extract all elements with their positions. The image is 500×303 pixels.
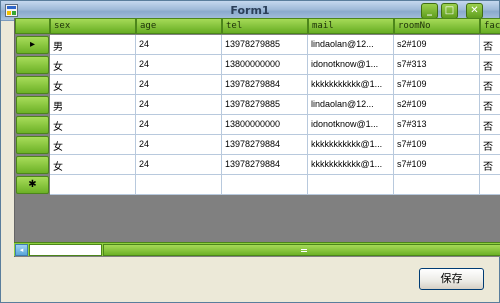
row-header[interactable]: [16, 76, 49, 94]
cell-tel[interactable]: 13978279884: [222, 155, 308, 175]
minimize-icon: _: [427, 5, 432, 16]
cell-mail[interactable]: idonotknow@1...: [308, 55, 394, 75]
cell-tel[interactable]: 13978279885: [222, 35, 308, 55]
cell-fac[interactable]: [480, 175, 500, 195]
cell-age[interactable]: [136, 175, 222, 195]
row-header[interactable]: [16, 116, 49, 134]
cell-sex[interactable]: 男: [50, 95, 136, 115]
table-row[interactable]: ▸ 男 24 13978279885 lindaolan@12... s2#10…: [15, 35, 500, 55]
cell-roomno[interactable]: [394, 175, 480, 195]
table-row[interactable]: 女 24 13978279884 kkkkkkkkkkk@1... s7#109…: [15, 155, 500, 175]
cell-mail[interactable]: kkkkkkkkkkk@1...: [308, 135, 394, 155]
cell-tel[interactable]: 13978279884: [222, 135, 308, 155]
cell-tel[interactable]: 13978279885: [222, 95, 308, 115]
cell-roomno[interactable]: s7#109: [394, 75, 480, 95]
cell-sex[interactable]: 女: [50, 155, 136, 175]
close-button[interactable]: ✕: [466, 3, 483, 19]
cell-age[interactable]: 24: [136, 35, 222, 55]
new-row-header[interactable]: ✱: [16, 176, 49, 194]
column-header-mail[interactable]: mail: [308, 18, 394, 34]
column-header-fac[interactable]: fac: [480, 18, 500, 34]
table-row[interactable]: 女 24 13978279884 kkkkkkkkkkk@1... s7#109…: [15, 75, 500, 95]
column-header-age[interactable]: age: [136, 18, 222, 34]
cell-roomno[interactable]: s2#109: [394, 95, 480, 115]
scrollbar-track[interactable]: [29, 244, 102, 256]
cell-mail[interactable]: kkkkkkkkkkk@1...: [308, 155, 394, 175]
cell-age[interactable]: 24: [136, 135, 222, 155]
scroll-left-button[interactable]: ◂: [15, 244, 28, 256]
row-header[interactable]: [16, 96, 49, 114]
minimize-button[interactable]: _: [421, 3, 438, 19]
cell-sex[interactable]: 女: [50, 135, 136, 155]
cell-fac[interactable]: 否: [480, 55, 500, 75]
cell-mail[interactable]: [308, 175, 394, 195]
cell-age[interactable]: 24: [136, 95, 222, 115]
cell-mail[interactable]: idonotknow@1...: [308, 115, 394, 135]
header-corner[interactable]: [15, 18, 50, 34]
new-row-asterisk-icon: ✱: [28, 179, 37, 190]
cell-mail[interactable]: kkkkkkkkkkk@1...: [308, 75, 394, 95]
column-header-row: sex age tel mail roomNo fac: [15, 18, 500, 34]
row-header[interactable]: [16, 136, 49, 154]
table-row[interactable]: 女 24 13800000000 idonotknow@1... s7#313 …: [15, 55, 500, 75]
table-row[interactable]: 女 24 13800000000 idonotknow@1... s7#313 …: [15, 115, 500, 135]
cell-age[interactable]: 24: [136, 55, 222, 75]
cell-sex[interactable]: 女: [50, 115, 136, 135]
data-grid[interactable]: sex age tel mail roomNo fac ▸ 男 24 13978…: [14, 18, 500, 257]
grip-icon: [301, 249, 307, 252]
cell-mail[interactable]: lindaolan@12...: [308, 95, 394, 115]
column-header-sex[interactable]: sex: [50, 18, 136, 34]
cell-mail[interactable]: lindaolan@12...: [308, 35, 394, 55]
cell-roomno[interactable]: s7#109: [394, 155, 480, 175]
column-header-tel[interactable]: tel: [222, 18, 308, 34]
form1-window: Form1 _ □ ✕ sex age tel mail roomNo fac …: [0, 0, 500, 303]
cell-tel[interactable]: 13800000000: [222, 55, 308, 75]
row-header-current[interactable]: ▸: [16, 36, 49, 54]
cell-sex[interactable]: [50, 175, 136, 195]
table-row[interactable]: 男 24 13978279885 lindaolan@12... s2#109 …: [15, 95, 500, 115]
cell-fac[interactable]: 否: [480, 115, 500, 135]
row-header[interactable]: [16, 56, 49, 74]
scroll-left-icon: ◂: [19, 246, 24, 254]
maximize-icon: □: [444, 5, 455, 16]
cell-age[interactable]: 24: [136, 75, 222, 95]
close-icon: ✕: [470, 5, 479, 16]
cell-age[interactable]: 24: [136, 115, 222, 135]
cell-fac[interactable]: 否: [480, 75, 500, 95]
save-button[interactable]: 保存: [419, 268, 484, 290]
cell-sex[interactable]: 女: [50, 75, 136, 95]
cell-tel[interactable]: 13978279884: [222, 75, 308, 95]
maximize-button[interactable]: □: [441, 3, 458, 19]
cell-sex[interactable]: 男: [50, 35, 136, 55]
cell-roomno[interactable]: s7#313: [394, 115, 480, 135]
current-row-arrow-icon: ▸: [29, 39, 36, 50]
horizontal-scrollbar[interactable]: ◂: [14, 242, 500, 256]
cell-fac[interactable]: 否: [480, 155, 500, 175]
column-header-roomno[interactable]: roomNo: [394, 18, 480, 34]
cell-sex[interactable]: 女: [50, 55, 136, 75]
cell-tel[interactable]: 13800000000: [222, 115, 308, 135]
cell-tel[interactable]: [222, 175, 308, 195]
cell-age[interactable]: 24: [136, 155, 222, 175]
cell-fac[interactable]: 否: [480, 35, 500, 55]
cell-roomno[interactable]: s2#109: [394, 35, 480, 55]
cell-fac[interactable]: 否: [480, 135, 500, 155]
new-row[interactable]: ✱: [15, 175, 500, 195]
cell-fac[interactable]: 否: [480, 95, 500, 115]
cell-roomno[interactable]: s7#313: [394, 55, 480, 75]
cell-roomno[interactable]: s7#109: [394, 135, 480, 155]
row-header[interactable]: [16, 156, 49, 174]
scrollbar-thumb[interactable]: [103, 244, 500, 256]
table-row[interactable]: 女 24 13978279884 kkkkkkkkkkk@1... s7#109…: [15, 135, 500, 155]
